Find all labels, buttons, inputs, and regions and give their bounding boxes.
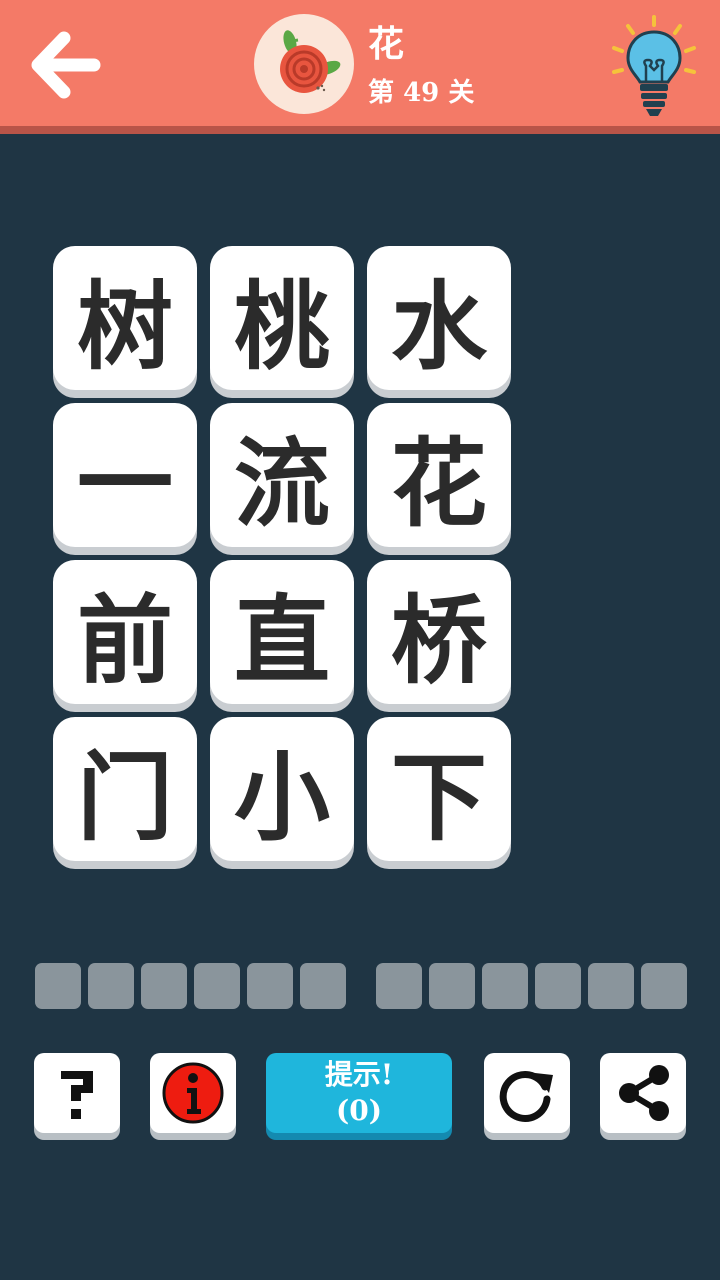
top-bar-shadow [0,126,720,134]
answer-slot[interactable] [535,963,581,1009]
rose-icon [280,30,341,93]
letter-tile[interactable]: 门 [53,717,197,861]
hint-count: (0) [336,1094,382,1127]
bulb-button[interactable] [606,14,702,120]
refresh-icon [499,1071,553,1122]
level-prefix: 第 [368,78,395,108]
letter-tile[interactable]: 一 [53,403,197,547]
answer-slot[interactable] [429,963,475,1009]
letter-tile[interactable]: 桥 [367,560,511,704]
category-title: 花 [368,23,405,65]
reset-button[interactable] [484,1053,570,1133]
letter-tile[interactable]: 直 [210,560,354,704]
answer-slot[interactable] [35,963,81,1009]
answer-slot[interactable] [376,963,422,1009]
info-icon [162,1062,224,1124]
share-button[interactable] [600,1053,686,1133]
answer-slot[interactable] [247,963,293,1009]
back-arrow-icon [31,31,101,99]
letter-tile[interactable]: 前 [53,560,197,704]
level-suffix: 关 [448,78,475,108]
letter-tile[interactable]: 桃 [210,246,354,390]
back-button[interactable] [30,28,104,102]
answer-slot[interactable] [300,963,346,1009]
info-button[interactable] [150,1053,236,1133]
level-number: 49 [403,78,440,108]
letter-tile[interactable]: 树 [53,246,197,390]
question-mark-icon [61,1071,93,1119]
answer-slot[interactable] [194,963,240,1009]
letter-tile[interactable]: 水 [367,246,511,390]
letter-tile[interactable]: 小 [210,717,354,861]
letter-tile[interactable]: 流 [210,403,354,547]
letter-tile[interactable]: 花 [367,403,511,547]
answer-slot[interactable] [88,963,134,1009]
category-avatar [254,14,354,114]
help-button[interactable] [34,1053,120,1133]
lightbulb-icon [612,15,696,116]
share-icon [619,1065,669,1121]
answer-slot[interactable] [588,963,634,1009]
answer-slot[interactable] [641,963,687,1009]
letter-tile[interactable]: 下 [367,717,511,861]
answer-slot[interactable] [482,963,528,1009]
hint-button[interactable]: 提示! (0) [266,1053,452,1133]
level-label: 第 49 关 [368,76,474,110]
hint-label: 提示! [324,1058,394,1091]
answer-slot[interactable] [141,963,187,1009]
